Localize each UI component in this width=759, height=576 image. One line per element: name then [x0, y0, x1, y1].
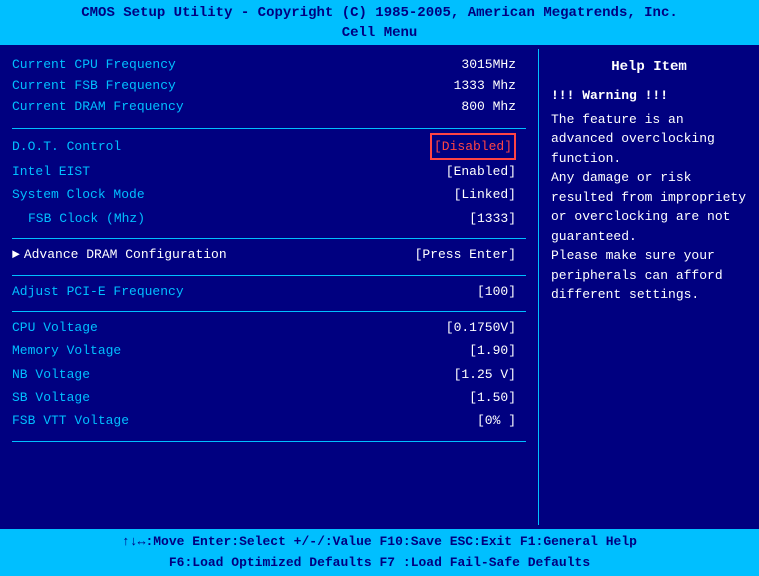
sb-voltage-value[interactable]: [1.50]	[469, 386, 516, 409]
cpu-freq-value: 3015MHz	[461, 55, 516, 76]
nb-voltage-value[interactable]: [1.25 V]	[454, 363, 516, 386]
advance-section: ► Advance DRAM Configuration [Press Ente…	[12, 243, 526, 266]
fsb-vtt-voltage-label: FSB VTT Voltage	[12, 409, 129, 432]
dram-freq-row: Current DRAM Frequency 800 Mhz	[12, 97, 526, 118]
cpu-freq-label: Current CPU Frequency	[12, 55, 176, 76]
pcie-value[interactable]: [100]	[477, 280, 516, 303]
fsb-vtt-voltage-value[interactable]: [0% ]	[477, 409, 516, 432]
advance-dram-row[interactable]: ► Advance DRAM Configuration [Press Ente…	[12, 243, 526, 266]
memory-voltage-value[interactable]: [1.90]	[469, 339, 516, 362]
advance-dram-value[interactable]: [Press Enter]	[415, 243, 516, 266]
nb-voltage-row[interactable]: NB Voltage [1.25 V]	[12, 363, 526, 386]
memory-voltage-row[interactable]: Memory Voltage [1.90]	[12, 339, 526, 362]
fsb-clock-row[interactable]: FSB Clock (Mhz) [1333]	[12, 207, 526, 230]
sb-voltage-label: SB Voltage	[12, 386, 90, 409]
divider3	[12, 275, 526, 276]
sys-clock-row[interactable]: System Clock Mode [Linked]	[12, 183, 526, 206]
dram-freq-label: Current DRAM Frequency	[12, 97, 184, 118]
voltages-section: CPU Voltage [0.1750V] Memory Voltage [1.…	[12, 316, 526, 433]
footer-line2: F6:Load Optimized Defaults F7 :Load Fail…	[0, 553, 759, 574]
intel-eist-row[interactable]: Intel EIST [Enabled]	[12, 160, 526, 183]
info-section: Current CPU Frequency 3015MHz Current FS…	[12, 55, 526, 117]
left-panel: Current CPU Frequency 3015MHz Current FS…	[0, 49, 539, 525]
divider5	[12, 441, 526, 442]
nb-voltage-label: NB Voltage	[12, 363, 90, 386]
sb-voltage-row[interactable]: SB Voltage [1.50]	[12, 386, 526, 409]
dot-control-value[interactable]: [Disabled]	[430, 133, 516, 160]
settings-section: D.O.T. Control [Disabled] Intel EIST [En…	[12, 133, 526, 231]
pcie-label: Adjust PCI-E Frequency	[12, 280, 184, 303]
fsb-clock-value[interactable]: [1333]	[469, 207, 516, 230]
warning-text: !!! Warning !!!	[551, 86, 747, 106]
sys-clock-value[interactable]: [Linked]	[454, 183, 516, 206]
dot-control-label: D.O.T. Control	[12, 135, 121, 158]
fsb-freq-value: 1333 Mhz	[454, 76, 516, 97]
divider4	[12, 311, 526, 312]
bios-screen: CMOS Setup Utility - Copyright (C) 1985-…	[0, 0, 759, 576]
title-line1: CMOS Setup Utility - Copyright (C) 1985-…	[0, 4, 759, 24]
divider1	[12, 128, 526, 129]
cpu-voltage-row[interactable]: CPU Voltage [0.1750V]	[12, 316, 526, 339]
divider2	[12, 238, 526, 239]
help-body: The feature is an advanced overclocking …	[551, 110, 747, 305]
intel-eist-value[interactable]: [Enabled]	[446, 160, 516, 183]
fsb-vtt-voltage-row[interactable]: FSB VTT Voltage [0% ]	[12, 409, 526, 432]
pcie-row[interactable]: Adjust PCI-E Frequency [100]	[12, 280, 526, 303]
fsb-clock-label: FSB Clock (Mhz)	[12, 207, 145, 230]
help-text: !!! Warning !!! The feature is an advanc…	[551, 86, 747, 305]
dram-freq-value: 800 Mhz	[461, 97, 516, 118]
cpu-voltage-value[interactable]: [0.1750V]	[446, 316, 516, 339]
right-panel: Help Item !!! Warning !!! The feature is…	[539, 49, 759, 525]
intel-eist-label: Intel EIST	[12, 160, 90, 183]
title-line2: Cell Menu	[0, 24, 759, 44]
advance-dram-label: ► Advance DRAM Configuration	[12, 243, 227, 266]
title-bar: CMOS Setup Utility - Copyright (C) 1985-…	[0, 0, 759, 45]
footer: ↑↓↔:Move Enter:Select +/-/:Value F10:Sav…	[0, 529, 759, 576]
cpu-voltage-label: CPU Voltage	[12, 316, 98, 339]
footer-line1: ↑↓↔:Move Enter:Select +/-/:Value F10:Sav…	[0, 532, 759, 553]
dot-control-row[interactable]: D.O.T. Control [Disabled]	[12, 133, 526, 160]
help-title: Help Item	[551, 57, 747, 78]
pcie-section: Adjust PCI-E Frequency [100]	[12, 280, 526, 303]
fsb-freq-label: Current FSB Frequency	[12, 76, 176, 97]
sys-clock-label: System Clock Mode	[12, 183, 145, 206]
main-area: Current CPU Frequency 3015MHz Current FS…	[0, 45, 759, 529]
fsb-freq-row: Current FSB Frequency 1333 Mhz	[12, 76, 526, 97]
memory-voltage-label: Memory Voltage	[12, 339, 121, 362]
cpu-freq-row: Current CPU Frequency 3015MHz	[12, 55, 526, 76]
arrow-icon: ►	[12, 243, 20, 266]
